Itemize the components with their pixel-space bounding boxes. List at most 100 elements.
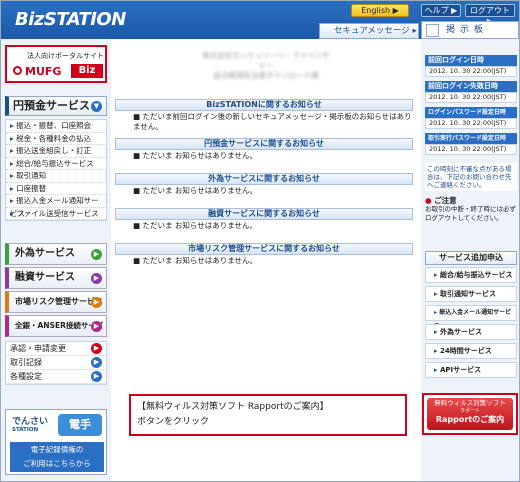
notice-finance: 融資サービスに関するお知らせ ただいま お知らせはありません。: [115, 208, 413, 231]
densai-banner[interactable]: でんさい STATION 電手 電子記録債権の ご利用はこちらから: [5, 409, 107, 475]
login-label: 前回ログイン日時: [425, 55, 517, 66]
yen-service-label: 円預金サービス: [13, 99, 90, 112]
rapport-button[interactable]: 無料ウィルス対策ソフト ラポート Rapportのご案内: [427, 398, 513, 430]
chevron-right-icon: ▶: [91, 273, 102, 284]
densai-logo: でんさい STATION: [12, 414, 54, 436]
notice-body: ただいま お知らせはありません。: [115, 185, 413, 196]
settings-label: 各種設定: [10, 372, 42, 381]
login-value: 2012. 10. 30 22:00(JST): [425, 66, 517, 77]
densai-caption: 電子記録債権の ご利用はこちらから: [10, 442, 104, 472]
last-login-box: 前回ログイン日時 2012. 10. 30 22:00(JST): [425, 55, 517, 77]
service-mail-notice[interactable]: 振込入金メール通知サービス: [425, 305, 517, 330]
chevron-right-icon: ▶: [91, 321, 102, 332]
menu-item-history[interactable]: 取引記録 ▶: [6, 356, 106, 370]
login-value: 2012. 10. 30 22:00(JST): [425, 118, 517, 129]
customer-name-blurred: 株式会社モンテッソーリ・アドベンチャー 総合経理担当者ダウンロード様: [201, 51, 331, 81]
chevron-right-icon: ▶: [91, 297, 102, 308]
chevron-right-icon: ▶: [91, 357, 102, 368]
densai-caption-line2: ご利用はこちらから: [23, 459, 91, 468]
service-api[interactable]: APIサービス: [425, 362, 517, 378]
yen-service-menu: 振込・振替、口座照会 税金・各種料金の払込 振込送金組戻し・訂正 総合/給与振込…: [5, 119, 107, 221]
caution-title-text: ご注意: [434, 196, 457, 205]
notice-title: BizSTATIONに関するお知らせ: [115, 99, 413, 111]
page: BizSTATION English ▶ ヘルプ ▶ ログアウト ▶ セキュアメ…: [0, 0, 520, 482]
logout-button[interactable]: ログアウト ▶: [465, 4, 515, 26]
login-note: この時刻に不審な点がある場合は、下記のお問い合わせ先へご連絡ください。: [425, 163, 517, 191]
anser-menu[interactable]: 全銀・ANSER接続サービス ▶: [5, 315, 107, 350]
notice-body: ただいま お知らせはありません。: [115, 150, 413, 161]
chevron-down-icon: ▼: [91, 101, 102, 112]
chevron-right-icon: ▶: [91, 343, 102, 354]
service-notification[interactable]: 取引通知サービス: [425, 286, 517, 302]
menu-item-recall[interactable]: 振込送金組戻し・訂正: [6, 145, 106, 158]
chevron-right-icon: ▶: [91, 371, 102, 382]
sub-menu: 承認・申請変更 ▶ 取引記録 ▶ 各種設定 ▶: [5, 341, 107, 385]
instruction-callout: 【無料ウィルス対策ソフト Rapportのご案内】 ボタンをクリック: [129, 394, 407, 436]
customer-company: 株式会社モンテッソーリ・アドベンチャー: [202, 51, 330, 70]
notice-body: ただいま お知らせはありません。: [115, 220, 413, 231]
menu-item-mail-notice[interactable]: 振込入金メール通知サービス: [6, 195, 106, 218]
login-label: ログインパスワード設定日時: [425, 107, 517, 118]
caution-title: ● ご注意: [425, 196, 517, 205]
service-foreign[interactable]: 外為サービス: [425, 324, 517, 340]
menu-item-tax[interactable]: 税金・各種料金の払込: [6, 133, 106, 145]
notice-bizstation: BizSTATIONに関するお知らせ ただいま前回ログイン後の新しいセキュアメッ…: [115, 99, 413, 132]
customer-user: 総合経理担当者ダウンロード様: [213, 71, 319, 80]
menu-item-approval[interactable]: 承認・申請変更 ▶: [6, 342, 106, 356]
warning-icon: ●: [425, 196, 432, 205]
bizstation-logo: BizSTATION: [15, 9, 126, 30]
callout-line2: ボタンをクリック: [137, 417, 210, 427]
rapport-main-text: Rapportのご案内: [435, 415, 505, 424]
rapport-top-text: 無料ウィルス対策ソフト: [434, 399, 506, 407]
login-label: 取引実行パスワード設定日時: [425, 133, 517, 144]
login-password-box: ログインパスワード設定日時 2012. 10. 30 22:00(JST): [425, 107, 517, 129]
rapport-button-highlight: 無料ウィルス対策ソフト ラポート Rapportのご案内: [422, 393, 518, 435]
finance-label: 融資サービス: [15, 272, 75, 283]
menu-item-debit[interactable]: 口座振替: [6, 183, 106, 195]
login-value: 2012. 10. 30 22:00(JST): [425, 92, 517, 103]
notice-body: ただいま お知らせはありません。: [115, 255, 413, 266]
menu-item-payroll[interactable]: 総合/給与振込サービス: [6, 158, 106, 170]
finance-menu[interactable]: 融資サービス ▶: [5, 267, 107, 289]
foreign-exchange-label: 外為サービス: [15, 248, 75, 259]
secure-message-link[interactable]: セキュアメッセージ ▸: [319, 23, 419, 39]
portal-circle-icon: [13, 66, 22, 75]
market-risk-menu[interactable]: 市場リスク管理サービス ▶: [5, 291, 107, 313]
caution-body: お取引の中断・終了時には必ずログアウトしてください。: [425, 205, 516, 222]
bulletin-board-tab[interactable]: 掲示板: [421, 21, 519, 39]
calendar-icon: [426, 24, 439, 37]
login-value: 2012. 10. 30 22:00(JST): [425, 144, 517, 155]
service-apply-header: サービス追加申込: [425, 251, 517, 265]
notice-title: 市場リスク管理サービスに関するお知らせ: [115, 243, 413, 255]
service-payroll[interactable]: 総合/給与振込サービス: [425, 267, 517, 283]
densai-caption-line1: 電子記録債権の: [30, 445, 84, 454]
history-label: 取引記録: [10, 358, 42, 367]
notice-title: 外為サービスに関するお知らせ: [115, 173, 413, 185]
help-button[interactable]: ヘルプ ▶: [421, 4, 461, 17]
transaction-password-box: 取引実行パスワード設定日時 2012. 10. 30 22:00(JST): [425, 133, 517, 155]
bulletin-board-label: 掲示板: [446, 25, 489, 35]
notice-title: 融資サービスに関するお知らせ: [115, 208, 413, 220]
caution-box: ● ご注意 お取引の中断・終了時には必ずログアウトしてください。: [425, 196, 517, 223]
notice-body: ただいま前回ログイン後の新しいセキュアメッセージ・掲示板のお知らせはありません。: [115, 111, 413, 132]
last-login-fail-box: 前回ログイン失敗日時 2012. 10. 30 22:00(JST): [425, 81, 517, 103]
yen-service-header[interactable]: 円預金サービス ▼: [5, 96, 107, 116]
market-risk-label: 市場リスク管理サービス: [15, 297, 103, 306]
menu-item-notification[interactable]: 取引通知: [6, 170, 106, 183]
header-bar: BizSTATION English ▶ ヘルプ ▶ ログアウト ▶ セキュアメ…: [1, 1, 519, 39]
notice-market: 市場リスク管理サービスに関するお知らせ ただいま お知らせはありません。: [115, 243, 413, 266]
login-label: 前回ログイン失敗日時: [425, 81, 517, 92]
english-button[interactable]: English ▶: [351, 4, 409, 17]
notice-foreign: 外為サービスに関するお知らせ ただいま お知らせはありません。: [115, 173, 413, 196]
chevron-right-icon: ▶: [91, 249, 102, 260]
densai-station-text: STATION: [12, 427, 39, 433]
foreign-exchange-menu[interactable]: 外為サービス ▶: [5, 243, 107, 265]
menu-item-settings[interactable]: 各種設定 ▶: [6, 370, 106, 384]
portal-brand: MUFG: [25, 65, 62, 78]
menu-item-file-transfer[interactable]: ファイル送受信サービス: [6, 208, 106, 220]
menu-item-transfer[interactable]: 振込・振替、口座照会: [6, 120, 106, 133]
mufg-biz-portal-banner[interactable]: 法人向けポータルサイト MUFG Biz: [5, 45, 107, 83]
notice-yen: 円預金サービスに関するお知らせ ただいま お知らせはありません。: [115, 138, 413, 161]
service-24h[interactable]: 24時間サービス: [425, 343, 517, 359]
densai-button: 電手: [58, 414, 102, 436]
